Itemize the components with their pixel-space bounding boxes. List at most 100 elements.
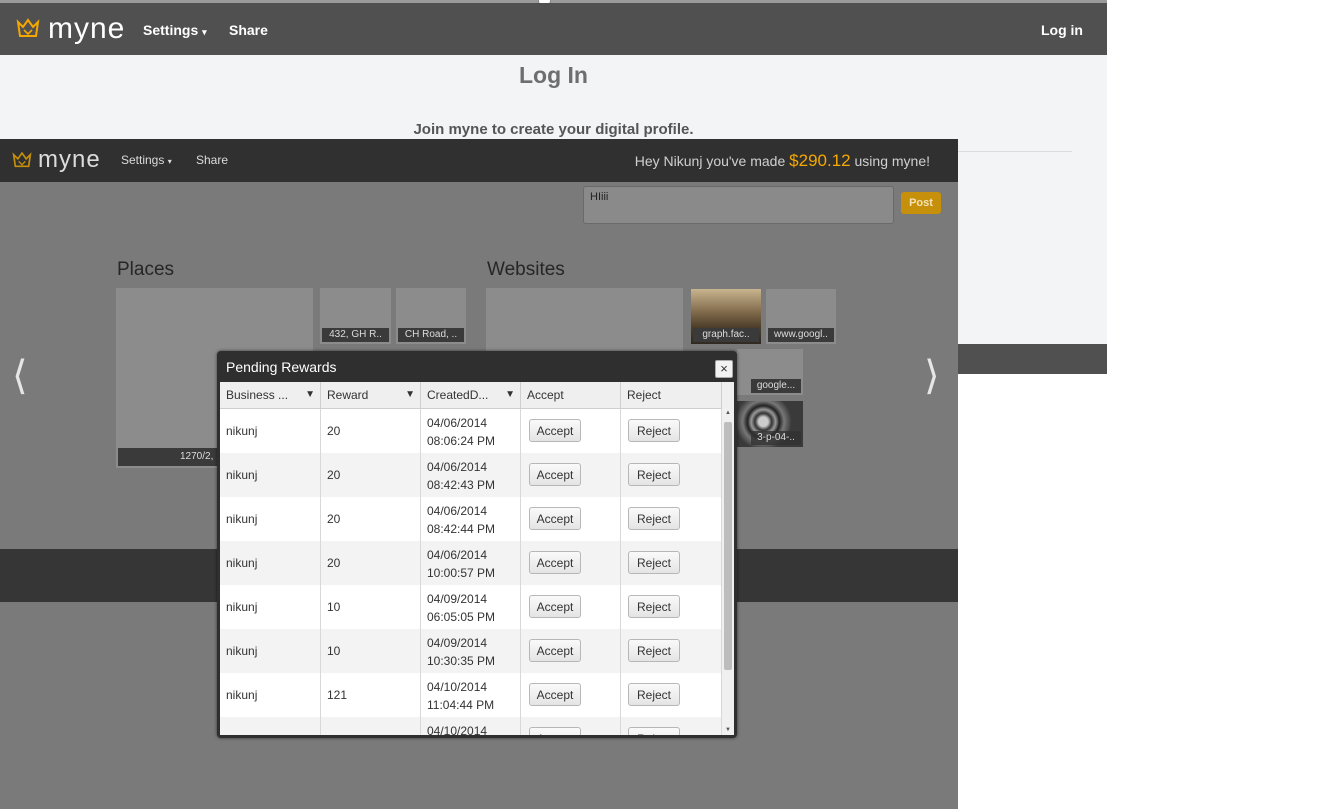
- accept-button[interactable]: Accept: [529, 639, 581, 662]
- carousel-next-arrow[interactable]: ⟩: [924, 356, 940, 396]
- tile-caption: www.googl..: [768, 328, 834, 342]
- website-tile[interactable]: google...: [737, 349, 803, 395]
- column-header-accept[interactable]: Accept: [521, 382, 621, 408]
- filter-icon[interactable]: ▼: [305, 382, 315, 408]
- page-subtitle: Join myne to create your digital profile…: [413, 121, 694, 138]
- reward-value: 20: [327, 556, 341, 570]
- crown-icon: [16, 18, 40, 37]
- accept-button[interactable]: Accept: [529, 595, 581, 618]
- cell-accept: Accept: [521, 585, 621, 629]
- accept-button[interactable]: Accept: [529, 727, 581, 735]
- table-row[interactable]: nikunj 20 04/06/2014 08:06:24 PM Accept Rejec…: [220, 409, 722, 453]
- reject-button[interactable]: Reject: [628, 463, 680, 486]
- scroll-up-icon[interactable]: ▲: [723, 410, 733, 416]
- tile-caption: graph.fac..: [693, 328, 759, 342]
- accept-button[interactable]: Accept: [529, 463, 581, 486]
- currency-symbol: $: [789, 151, 799, 170]
- tile-caption: CH Road, ..: [398, 328, 464, 342]
- back-navbar: myne Settings ▾ Share Log in: [0, 3, 1107, 55]
- cell-created-date: 04/06/2014 10:00:57 PM: [421, 541, 521, 585]
- reward-value: 10: [327, 600, 341, 614]
- cell-reject: Reject: [621, 541, 722, 585]
- login-link[interactable]: Log in: [1041, 22, 1083, 38]
- place-tile[interactable]: 432, GH R..: [320, 288, 391, 344]
- cell-reward: [321, 717, 421, 735]
- cell-reject: Reject: [621, 585, 722, 629]
- earnings-greeting: Hey Nikunj you've made $290.12 using myn…: [635, 151, 930, 171]
- business-value: nikunj: [226, 600, 258, 614]
- website-tile[interactable]: www.googl..: [766, 289, 836, 344]
- post-textarea[interactable]: HIiii: [583, 186, 894, 224]
- table-row[interactable]: nikunj 121 04/10/2014 11:04:44 PM Accept Reje…: [220, 673, 722, 717]
- front-navbar: myne Settings ▾ Share Hey Nikunj you've …: [0, 139, 958, 182]
- cell-accept: Accept: [521, 497, 621, 541]
- cell-reject: Reject: [621, 409, 722, 453]
- back-logo[interactable]: myne: [16, 14, 125, 44]
- accept-button[interactable]: Accept: [529, 683, 581, 706]
- column-header-created-date[interactable]: CreatedD... ▼: [421, 382, 521, 408]
- reject-button[interactable]: Reject: [628, 639, 680, 662]
- created-time: 06:05:05 PM: [427, 610, 496, 624]
- business-value: nikunj: [226, 688, 258, 702]
- cell-business: nikunj: [220, 673, 321, 717]
- reject-button[interactable]: Reject: [628, 419, 680, 442]
- reject-button[interactable]: Reject: [628, 727, 680, 735]
- column-header-business[interactable]: Business ... ▼: [220, 382, 321, 408]
- tile-caption: 432, GH R..: [322, 328, 389, 342]
- caret-down-icon: ▾: [202, 27, 207, 37]
- filter-icon[interactable]: ▼: [505, 382, 515, 408]
- accept-button[interactable]: Accept: [529, 551, 581, 574]
- created-date: 04/09/2014: [427, 636, 488, 650]
- table-row[interactable]: 04/10/2014 Accept Reject: [220, 717, 722, 735]
- cell-reward: 121: [321, 673, 421, 717]
- nav-settings-dropdown[interactable]: Settings ▾: [121, 153, 172, 167]
- website-tile[interactable]: graph.fac..: [691, 289, 761, 344]
- brand-wordmark: myne: [38, 146, 101, 173]
- cell-accept: Accept: [521, 453, 621, 497]
- business-value: nikunj: [226, 512, 258, 526]
- post-button[interactable]: Post: [901, 192, 941, 214]
- nav-share-link[interactable]: Share: [196, 153, 228, 167]
- carousel-prev-arrow[interactable]: ⟨: [12, 356, 28, 396]
- column-label: Reject: [627, 388, 662, 402]
- reject-button[interactable]: Reject: [628, 507, 680, 530]
- cell-reward: 10: [321, 585, 421, 629]
- earnings-amount: $290.12: [789, 151, 850, 170]
- reward-value: 20: [327, 468, 341, 482]
- column-label: CreatedD...: [427, 388, 489, 402]
- table-row[interactable]: nikunj 20 04/06/2014 10:00:57 PM Accept Rejec…: [220, 541, 722, 585]
- reject-button[interactable]: Reject: [628, 595, 680, 618]
- place-tile[interactable]: CH Road, ..: [396, 288, 466, 344]
- created-date: 04/06/2014: [427, 416, 488, 430]
- filter-icon[interactable]: ▼: [405, 382, 415, 408]
- table-row[interactable]: nikunj 10 04/09/2014 06:05:05 PM Accept Rejec…: [220, 585, 722, 629]
- created-time: 10:30:35 PM: [427, 654, 496, 668]
- column-header-reject[interactable]: Reject: [621, 382, 722, 408]
- table-row[interactable]: nikunj 10 04/09/2014 10:30:35 PM Accept Rejec…: [220, 629, 722, 673]
- table-row[interactable]: nikunj 20 04/06/2014 08:42:44 PM Accept Rejec…: [220, 497, 722, 541]
- nav-share-link[interactable]: Share: [229, 22, 268, 38]
- close-icon[interactable]: ×: [715, 360, 733, 378]
- nav-settings-dropdown[interactable]: Settings ▾: [143, 22, 207, 38]
- grid-header: Business ... ▼ Reward ▼ CreatedD... ▼ Ac…: [220, 382, 734, 409]
- created-time: 11:04:44 PM: [427, 698, 495, 712]
- business-value: nikunj: [226, 644, 258, 658]
- scroll-thumb[interactable]: [724, 422, 732, 670]
- created-date: 04/06/2014: [427, 548, 488, 562]
- cell-accept: Accept: [521, 409, 621, 453]
- column-header-reward[interactable]: Reward ▼: [321, 382, 421, 408]
- reject-button[interactable]: Reject: [628, 683, 680, 706]
- table-row[interactable]: nikunj 20 04/06/2014 08:42:43 PM Accept Rejec…: [220, 453, 722, 497]
- website-tile[interactable]: 3-p-04-..: [737, 401, 803, 447]
- created-date: 04/10/2014: [427, 724, 488, 735]
- column-label: Reward: [327, 388, 369, 402]
- scroll-down-icon[interactable]: ▼: [723, 727, 733, 733]
- accept-button[interactable]: Accept: [529, 507, 581, 530]
- page-title: Log In: [519, 62, 588, 88]
- front-logo[interactable]: myne: [12, 146, 101, 173]
- grid-scrollbar[interactable]: ▲ ▼: [722, 408, 734, 735]
- websites-heading: Websites: [487, 259, 565, 280]
- accept-button[interactable]: Accept: [529, 419, 581, 442]
- reject-button[interactable]: Reject: [628, 551, 680, 574]
- caret-down-icon: ▾: [167, 157, 172, 166]
